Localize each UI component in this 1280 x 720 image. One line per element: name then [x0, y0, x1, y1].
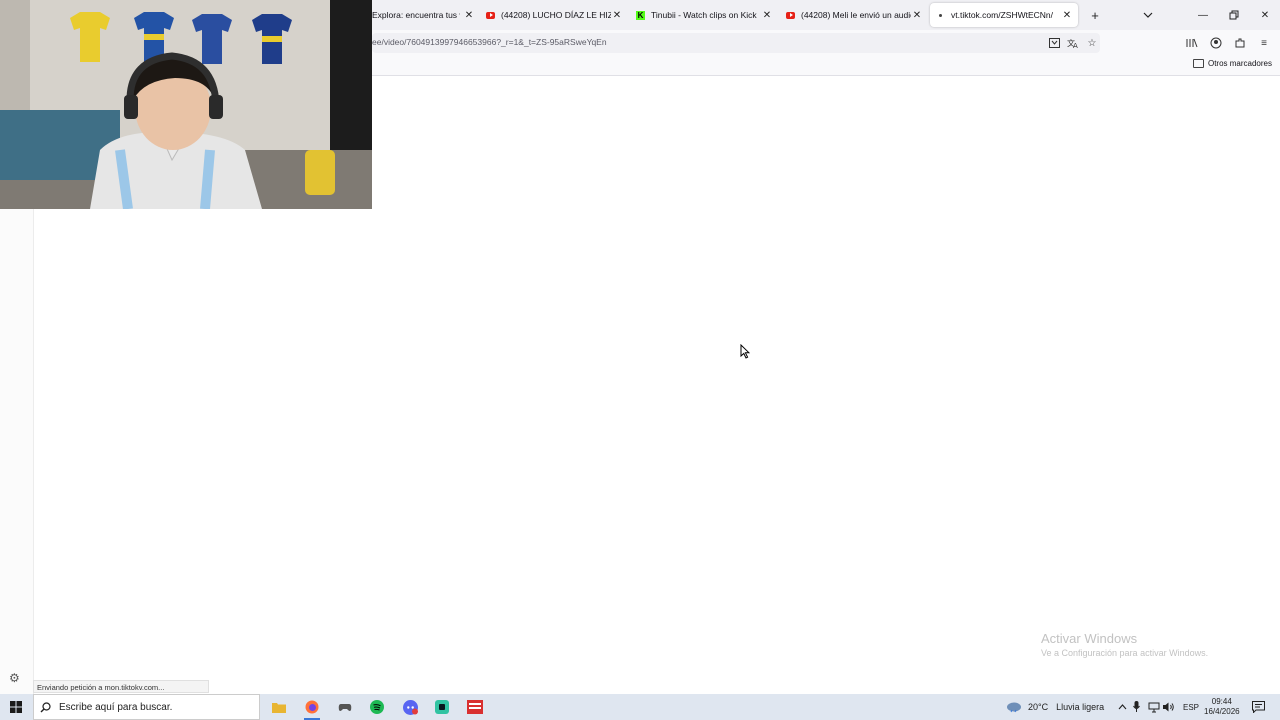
other-bookmarks-button[interactable]: Otros marcadores [1192, 59, 1272, 68]
discord-icon[interactable] [400, 697, 420, 717]
notification-center-icon[interactable] [1252, 694, 1265, 720]
tab-title: Tinubii - Watch clips on Kick [651, 10, 757, 20]
webcam-image [0, 0, 372, 209]
show-hidden-icons-chevron-up-icon[interactable] [1117, 694, 1127, 720]
close-tab-icon[interactable]: ✕ [462, 3, 476, 27]
close-tab-icon[interactable]: ✕ [910, 3, 924, 27]
microphone-icon[interactable] [1133, 694, 1140, 720]
streamlabs-icon[interactable] [432, 697, 452, 717]
volume-icon[interactable] [1163, 694, 1175, 720]
search-placeholder: Escribe aquí para buscar. [59, 701, 173, 713]
new-tab-button[interactable]: + [1080, 0, 1110, 30]
weather-temperature: 20°C [1028, 702, 1049, 712]
folder-icon [1192, 59, 1204, 68]
extensions-icon[interactable] [1233, 36, 1247, 50]
voicemod-icon[interactable] [465, 697, 485, 717]
url-text[interactable]: ee/video/7604913997946653966?_r=1&_t=ZS-… [372, 37, 607, 47]
library-icon[interactable] [1185, 36, 1199, 50]
clock[interactable]: 09:44 16/4/2026 [1204, 694, 1240, 720]
tab-title: (44208) LUCHO DÍAZ LE HIZO C [501, 10, 611, 20]
spotify-icon[interactable] [367, 697, 387, 717]
game-controller-icon[interactable] [335, 697, 355, 717]
tab-title: Explora: encuentra tus videos [372, 10, 460, 20]
weather-widget[interactable]: 20°C Lluvia ligera [1006, 694, 1104, 720]
restore-icon[interactable] [1219, 0, 1249, 30]
youtube-icon [486, 11, 495, 20]
mouse-cursor-icon [740, 343, 751, 364]
close-tab-icon[interactable]: ✕ [1060, 3, 1074, 27]
youtube-icon [786, 11, 795, 20]
search-icon [40, 701, 51, 713]
tab-title: (44208) Meli le envió un audio a [801, 10, 911, 20]
minimize-icon[interactable]: — [1188, 0, 1218, 30]
input-language-indicator[interactable]: ESP [1183, 694, 1199, 720]
app-menu-icon[interactable]: ≡ [1257, 36, 1271, 50]
close-tab-icon[interactable]: ✕ [760, 3, 774, 27]
loading-dot-icon [936, 11, 945, 20]
weather-description: Lluvia ligera [1056, 702, 1105, 712]
file-explorer-icon[interactable] [269, 697, 289, 717]
kick-icon: K [636, 10, 645, 20]
tab-youtube-lucho[interactable]: (44208) LUCHO DÍAZ LE HIZO C ✕ [486, 3, 624, 27]
reader-view-icon[interactable] [1047, 36, 1061, 50]
firefox-icon[interactable] [302, 697, 322, 720]
windows-activation-title: Activar Windows [1041, 631, 1138, 646]
windows-activation-subtitle: Ve a Configuración para activar Windows. [1041, 648, 1209, 658]
clock-time: 09:44 [1211, 697, 1232, 706]
taskbar-search-box[interactable]: Escribe aquí para buscar. [33, 694, 260, 720]
webcam-overlay [0, 0, 372, 209]
translate-icon[interactable]: 文A [1066, 36, 1080, 50]
network-icon[interactable] [1148, 694, 1160, 720]
close-tab-icon[interactable]: ✕ [610, 3, 624, 27]
svg-text:A: A [1073, 42, 1078, 49]
status-bar-text: Enviando petición a mon.tiktokv.com... [33, 680, 209, 693]
tab-youtube-meli[interactable]: (44208) Meli le envió un audio a ✕ [786, 3, 924, 27]
clock-date: 16/4/2026 [1204, 707, 1240, 716]
tab-title: vt.tiktok.com/ZSHWtECNn/ [951, 10, 1054, 20]
tab-tiktok-active[interactable]: vt.tiktok.com/ZSHWtECNn/ ✕ [930, 3, 1078, 27]
settings-gear-icon[interactable]: ⚙ [9, 671, 20, 685]
bookmark-star-icon[interactable]: ☆ [1085, 36, 1099, 50]
page-sidebar [0, 208, 34, 694]
tab-tiktok-explore[interactable]: Explora: encuentra tus videos ✕ [372, 3, 476, 27]
other-bookmarks-label: Otros marcadores [1207, 59, 1272, 68]
account-icon[interactable] [1209, 36, 1223, 50]
close-window-icon[interactable]: ✕ [1250, 0, 1280, 30]
windows-start-icon[interactable] [0, 694, 32, 720]
list-all-tabs-icon[interactable] [1133, 0, 1163, 30]
tab-kick-tinubii[interactable]: K Tinubii - Watch clips on Kick ✕ [636, 3, 774, 27]
rain-cloud-icon [1006, 701, 1022, 713]
